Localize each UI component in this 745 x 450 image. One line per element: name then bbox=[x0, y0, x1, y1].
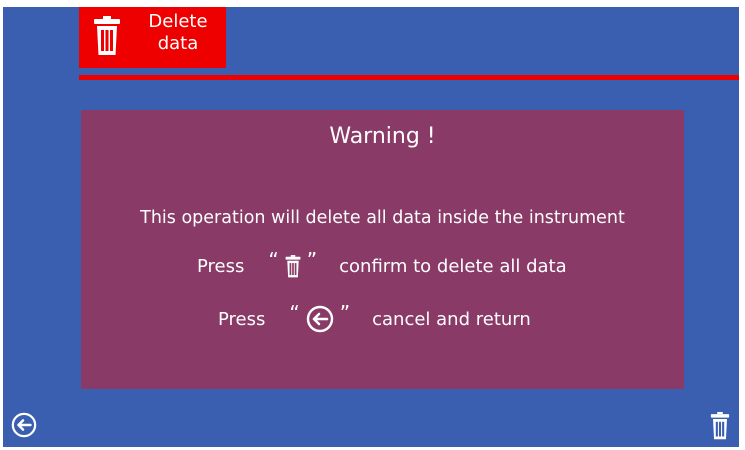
delete-all-button[interactable] bbox=[710, 412, 730, 444]
close-quote: ” bbox=[306, 248, 318, 272]
confirm-action-text: confirm to delete all data bbox=[339, 255, 567, 277]
press-label: Press bbox=[197, 255, 245, 277]
tab-label-line1: Delete bbox=[148, 11, 208, 32]
dialog-title: Warning ! bbox=[329, 124, 436, 149]
cancel-instruction: Press “ ” cancel and return bbox=[218, 301, 531, 335]
trash-icon bbox=[710, 412, 730, 440]
back-button[interactable] bbox=[11, 412, 37, 442]
back-arrow-icon bbox=[306, 305, 334, 333]
dialog-message: This operation will delete all data insi… bbox=[140, 208, 625, 228]
back-arrow-icon bbox=[11, 412, 37, 438]
header-divider bbox=[79, 75, 739, 80]
press-label: Press bbox=[218, 308, 266, 330]
trash-icon bbox=[285, 254, 301, 278]
warning-dialog: Warning ! This operation will delete all… bbox=[81, 110, 684, 389]
confirm-instruction: Press “ ” confirm to delete all data bbox=[197, 248, 567, 282]
screen: Delete data Warning ! This operation wil… bbox=[3, 7, 739, 447]
trash-icon bbox=[93, 16, 121, 60]
cancel-action-text: cancel and return bbox=[372, 308, 531, 330]
open-quote: “ bbox=[289, 301, 300, 325]
open-quote: “ bbox=[268, 248, 279, 272]
delete-data-tab[interactable]: Delete data bbox=[79, 7, 226, 68]
tab-label: Delete data bbox=[143, 11, 213, 55]
close-quote: ” bbox=[339, 301, 351, 325]
tab-label-line2: data bbox=[157, 33, 199, 54]
